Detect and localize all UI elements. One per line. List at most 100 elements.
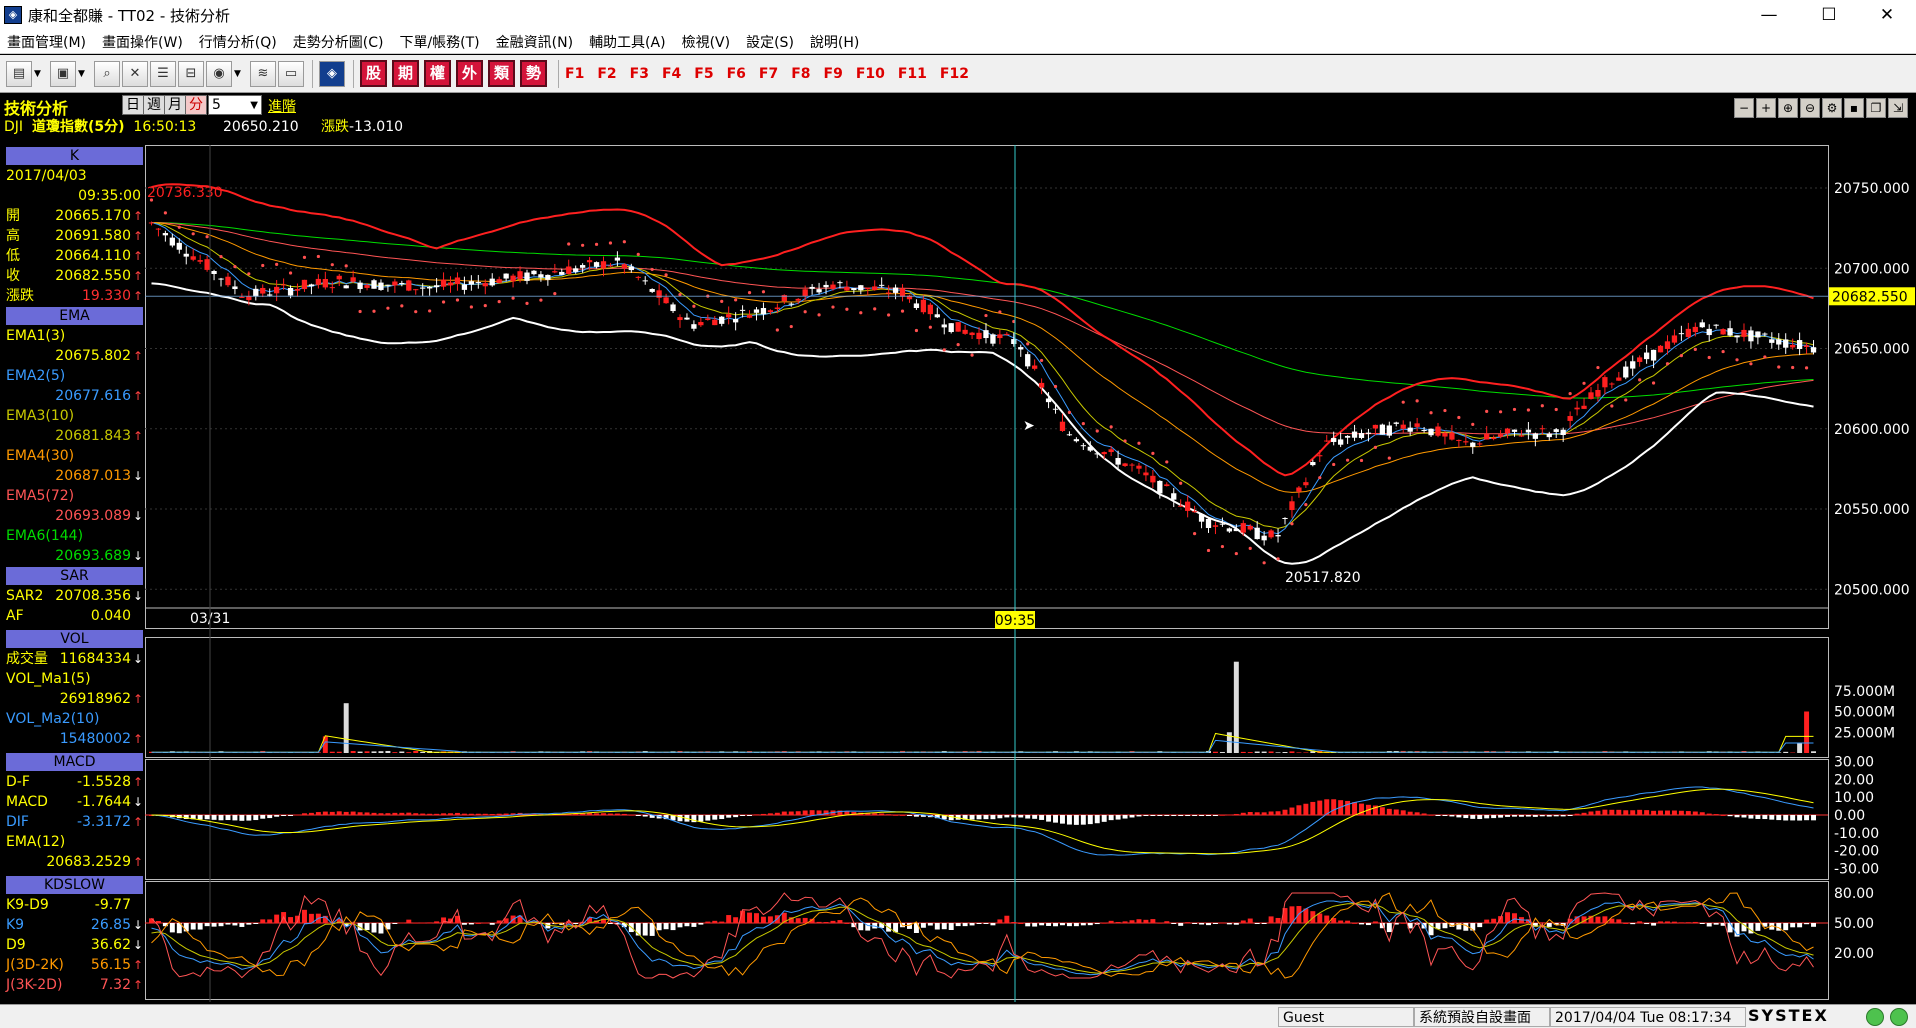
settings-icon[interactable]: ⚙ — [1822, 98, 1842, 118]
candle-body — [1233, 528, 1239, 532]
quick-trend-button[interactable]: 勢 — [520, 60, 547, 87]
layers-icon[interactable]: ≋ — [250, 60, 276, 87]
kd-histogram-bar — [378, 923, 384, 934]
minimize-button[interactable]: — — [1746, 0, 1792, 30]
volume-bar — [1240, 751, 1246, 753]
ema-label-row: EMA4(30) — [6, 446, 143, 466]
zoom-out-icon[interactable]: ⊖ — [1800, 98, 1820, 118]
macd-header[interactable]: MACD — [6, 753, 143, 771]
f9-key[interactable]: F9 — [824, 66, 843, 82]
quick-foreign-button[interactable]: 外 — [456, 60, 483, 87]
ema4-line — [151, 222, 1814, 493]
price-y-tick-label: 20700.000 — [1834, 261, 1910, 277]
k-header[interactable]: K — [6, 147, 143, 165]
sar-header[interactable]: SAR — [6, 567, 143, 585]
quick-futures-button[interactable]: 期 — [392, 60, 419, 87]
restore-icon[interactable]: ❐ — [1866, 98, 1886, 118]
period-month-button[interactable]: 月 — [164, 95, 186, 115]
volume-bar — [1275, 752, 1281, 753]
candle-body — [899, 288, 906, 297]
quick-options-button[interactable]: 權 — [424, 60, 451, 87]
chevron-down-icon[interactable]: ▼ — [234, 69, 244, 79]
f11-key[interactable]: F11 — [898, 66, 927, 82]
macd-histogram-bar — [1039, 815, 1045, 820]
close-button[interactable]: ✕ — [1864, 0, 1910, 30]
f10-key[interactable]: F10 — [856, 66, 885, 82]
close-window-icon[interactable]: ✕ — [122, 60, 148, 87]
maximize-button[interactable]: ☐ — [1806, 0, 1852, 30]
split-icon[interactable]: ⊟ — [178, 60, 204, 87]
f2-key[interactable]: F2 — [597, 66, 616, 82]
f12-key[interactable]: F12 — [940, 66, 969, 82]
layout-icon[interactable]: ☰ — [150, 60, 176, 87]
logo-icon[interactable]: ◈ — [319, 60, 345, 87]
menu-quote-analysis[interactable]: 行情分析(Q) — [192, 32, 286, 52]
kd-histogram-bar — [1025, 923, 1031, 927]
chevron-down-icon[interactable]: ▼ — [78, 69, 88, 79]
macd-histogram-bar — [1407, 811, 1413, 815]
plus-icon[interactable]: + — [1756, 98, 1776, 118]
chevron-down-icon[interactable]: ▼ — [34, 69, 44, 79]
vol-header[interactable]: VOL — [6, 630, 143, 648]
ema-header[interactable]: EMA — [6, 307, 143, 325]
period-week-button[interactable]: 週 — [143, 95, 165, 115]
candle-body — [1428, 428, 1434, 436]
zoom-icon[interactable]: ⌕ — [94, 60, 120, 87]
advanced-link[interactable]: 進階 — [268, 96, 296, 116]
sar-dot — [330, 263, 334, 267]
period-day-button[interactable]: 日 — [122, 95, 144, 115]
window-list-icon[interactable]: ▤ — [6, 60, 32, 87]
quick-stock-button[interactable]: 股 — [360, 60, 387, 87]
f8-key[interactable]: F8 — [791, 66, 810, 82]
screen-icon[interactable]: ▭ — [278, 60, 304, 87]
macd-histogram-bar — [1094, 815, 1100, 824]
kd-histogram-bar — [461, 923, 467, 925]
chart-svg[interactable]: 20750.000 20700.000 20650.000 20600.000 2055… — [145, 145, 1916, 1002]
menu-view[interactable]: 檢視(V) — [675, 32, 740, 52]
menu-settings[interactable]: 設定(S) — [739, 32, 803, 52]
kdslow-header[interactable]: KDSLOW — [6, 876, 143, 894]
candle-body — [1052, 408, 1059, 410]
kd-label: J(3K-2D) — [6, 977, 63, 993]
candle-body — [1004, 333, 1010, 335]
macd-histogram-bar — [726, 815, 732, 818]
sar-dot — [803, 310, 807, 314]
candle-body — [197, 260, 203, 262]
globe-icon[interactable]: ◉ — [206, 60, 232, 87]
menu-screen-ops[interactable]: 畫面操作(W) — [95, 32, 192, 52]
macd-histogram-bar — [1331, 799, 1337, 815]
f3-key[interactable]: F3 — [630, 66, 649, 82]
candle-body — [1539, 428, 1545, 430]
minus-icon[interactable]: − — [1734, 98, 1754, 118]
menu-order-account[interactable]: 下單/帳務(T) — [392, 32, 488, 52]
macd-histogram-bar — [872, 813, 878, 815]
export-icon[interactable]: ⇲ — [1888, 98, 1908, 118]
f6-key[interactable]: F6 — [727, 66, 746, 82]
macd-histogram-bar — [1651, 810, 1657, 815]
monitor-icon[interactable]: ▣ — [50, 60, 76, 87]
macd-histogram-bar — [1046, 815, 1052, 822]
sar-dot — [1693, 347, 1697, 351]
cursor-time-label: 09:35 — [995, 613, 1035, 629]
menu-help[interactable]: 說明(H) — [803, 32, 868, 52]
period-minute-button[interactable]: 分 — [185, 95, 207, 115]
macd-histogram-bar — [336, 811, 342, 815]
quick-sector-button[interactable]: 類 — [488, 60, 515, 87]
sar-dot — [594, 242, 599, 246]
menu-tools[interactable]: 輔助工具(A) — [582, 32, 675, 52]
zoom-in-icon[interactable]: ⊕ — [1778, 98, 1798, 118]
candle-body — [1692, 326, 1698, 333]
menu-screen-mgmt[interactable]: 畫面管理(M) — [0, 32, 95, 52]
menu-trend-chart[interactable]: 走勢分析圖(C) — [286, 32, 393, 52]
macd-histogram-bar — [907, 815, 912, 816]
candle-body — [663, 297, 669, 304]
menu-financial-info[interactable]: 金融資訊(N) — [489, 32, 582, 52]
interval-select[interactable]: 5 ▼ — [208, 95, 262, 115]
candle-body — [920, 299, 927, 313]
save-icon[interactable]: ▪ — [1844, 98, 1864, 118]
f4-key[interactable]: F4 — [662, 66, 681, 82]
f7-key[interactable]: F7 — [759, 66, 778, 82]
f1-key[interactable]: F1 — [565, 66, 584, 82]
candle-body — [1685, 328, 1691, 337]
f5-key[interactable]: F5 — [694, 66, 713, 82]
